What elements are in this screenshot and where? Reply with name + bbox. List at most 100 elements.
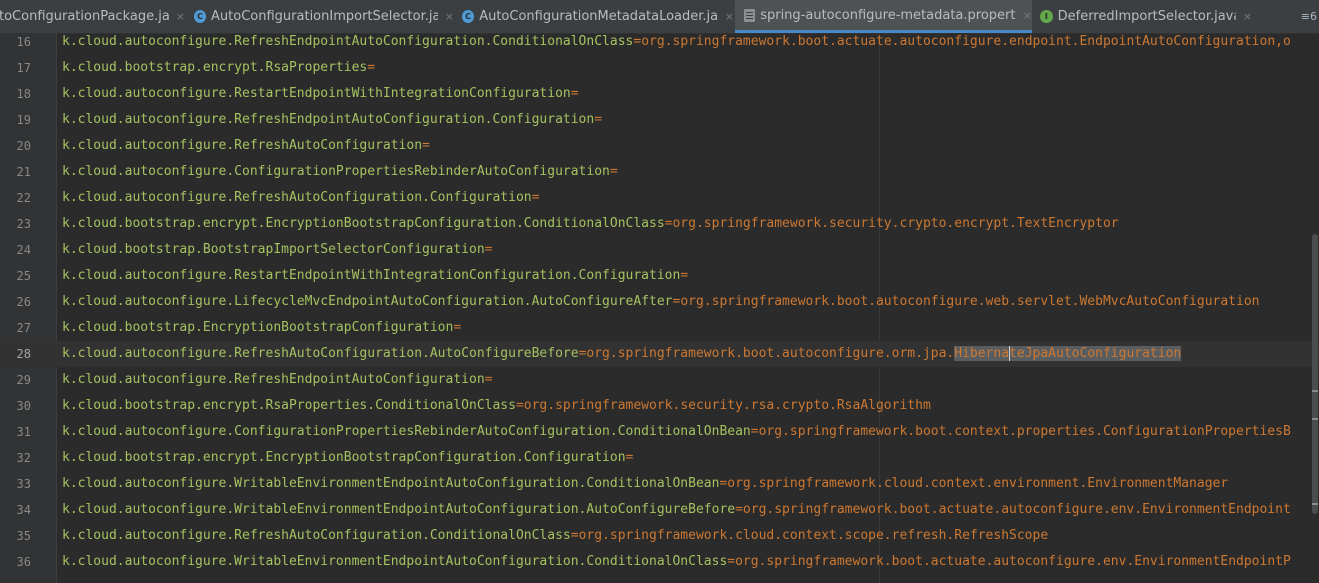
property-value: org.springframework.boot.autoconfigure.w… xyxy=(680,294,1260,309)
code-text[interactable]: k.cloud.bootstrap.encrypt.RsaProperties= xyxy=(62,55,375,81)
tab-label: DeferredImportSelector.java xyxy=(1057,9,1236,24)
line-number: 20 xyxy=(16,139,31,153)
property-key: k.cloud.autoconfigure.RefreshAutoConfigu… xyxy=(62,346,579,361)
tab-close-icon[interactable]: × xyxy=(1023,9,1032,22)
property-key: k.cloud.bootstrap.encrypt.EncryptionBoot… xyxy=(62,450,626,465)
property-value: org.springframework.boot.actuate.autocon… xyxy=(735,554,1291,569)
property-key: k.cloud.autoconfigure.WritableEnvironmen… xyxy=(62,554,728,569)
tab-autoconfiguration-import-selector[interactable]: C AutoConfigurationImportSelector.java × xyxy=(194,0,454,33)
code-text[interactable]: k.cloud.autoconfigure.ConfigurationPrope… xyxy=(62,419,1291,445)
property-key: k.cloud.autoconfigure.RefreshAutoConfigu… xyxy=(62,190,532,205)
tab-deferred-import-selector[interactable]: I DeferredImportSelector.java × xyxy=(1040,0,1252,33)
code-text[interactable]: k.cloud.autoconfigure.RefreshAutoConfigu… xyxy=(62,341,1182,367)
tab-close-icon[interactable]: × xyxy=(1243,10,1252,23)
equals-sign: = xyxy=(633,34,642,49)
property-key: k.cloud.bootstrap.encrypt.EncryptionBoot… xyxy=(62,216,665,231)
editor-tab-bar: toConfigurationPackage.java × C AutoConf… xyxy=(0,0,1319,34)
property-key: k.cloud.autoconfigure.RefreshEndpointAut… xyxy=(62,372,485,387)
tab-autoconfiguration-metadata-loader[interactable]: C AutoConfigurationMetadataLoader.java × xyxy=(462,0,734,33)
code-line[interactable]: 22 k.cloud.autoconfigure.RefreshAutoConfi… xyxy=(0,185,1319,211)
code-text[interactable]: k.cloud.autoconfigure.RefreshEndpointAut… xyxy=(62,107,602,133)
code-text[interactable]: k.cloud.bootstrap.encrypt.EncryptionBoot… xyxy=(62,211,1119,237)
property-key: k.cloud.autoconfigure.RefreshEndpointAut… xyxy=(62,34,634,49)
code-text[interactable]: k.cloud.autoconfigure.RefreshEndpointAut… xyxy=(62,367,492,393)
scroll-marker xyxy=(1312,503,1318,505)
code-line[interactable]: 25 k.cloud.autoconfigure.RestartEndpointW… xyxy=(0,263,1319,289)
line-number: 33 xyxy=(16,477,31,491)
selected-text: HibernateJpaAutoConfiguration xyxy=(954,346,1182,361)
property-key: k.cloud.bootstrap.BootstrapImportSelecto… xyxy=(62,242,485,257)
code-line[interactable]: 33 k.cloud.autoconfigure.WritableEnvironm… xyxy=(0,471,1319,497)
properties-file-icon xyxy=(744,8,756,22)
equals-sign: = xyxy=(367,60,376,75)
code-text[interactable]: k.cloud.autoconfigure.WritableEnvironmen… xyxy=(62,497,1291,523)
class-icon: C xyxy=(462,10,475,23)
code-text[interactable]: k.cloud.autoconfigure.RestartEndpointWit… xyxy=(62,81,579,107)
tab-configuration-package[interactable]: toConfigurationPackage.java × xyxy=(0,0,185,33)
code-line[interactable]: 20 k.cloud.autoconfigure.RefreshAutoConfi… xyxy=(0,133,1319,159)
code-line[interactable]: 34 k.cloud.autoconfigure.WritableEnvironm… xyxy=(0,497,1319,523)
code-text[interactable]: k.cloud.bootstrap.BootstrapImportSelecto… xyxy=(62,237,492,263)
tab-label: AutoConfigurationImportSelector.java xyxy=(211,9,438,24)
line-number: 31 xyxy=(16,425,31,439)
code-line[interactable]: 27 k.cloud.bootstrap.EncryptionBootstrapC… xyxy=(0,315,1319,341)
property-value: org.springframework.security.rsa.crypto.… xyxy=(523,398,931,413)
tab-label: AutoConfigurationMetadataLoader.java xyxy=(479,9,718,24)
line-number: 16 xyxy=(16,35,31,49)
tab-close-icon[interactable]: × xyxy=(725,10,734,23)
code-text[interactable]: k.cloud.autoconfigure.WritableEnvironmen… xyxy=(62,549,1291,575)
property-key: k.cloud.autoconfigure.ConfigurationPrope… xyxy=(62,164,610,179)
property-key: k.cloud.bootstrap.EncryptionBootstrapCon… xyxy=(62,320,454,335)
tab-spring-autoconfigure-metadata[interactable]: spring-autoconfigure-metadata.properties… xyxy=(735,0,1032,33)
tab-close-icon[interactable]: × xyxy=(445,10,454,23)
line-number: 32 xyxy=(16,451,31,465)
code-text[interactable]: k.cloud.bootstrap.EncryptionBootstrapCon… xyxy=(62,315,461,341)
code-text[interactable]: k.cloud.autoconfigure.RefreshEndpointAut… xyxy=(62,33,1291,55)
code-editor[interactable]: 16 k.cloud.autoconfigure.RefreshEndpointA… xyxy=(0,33,1319,583)
property-key: k.cloud.autoconfigure.WritableEnvironmen… xyxy=(62,476,720,491)
equals-sign: = xyxy=(570,86,579,101)
code-text[interactable]: k.cloud.autoconfigure.RestartEndpointWit… xyxy=(62,263,688,289)
code-line[interactable]: 24 k.cloud.bootstrap.BootstrapImportSelec… xyxy=(0,237,1319,263)
vertical-scrollbar[interactable] xyxy=(1311,33,1319,583)
property-key: k.cloud.autoconfigure.RefreshAutoConfigu… xyxy=(62,528,571,543)
tab-close-icon[interactable]: × xyxy=(176,10,185,23)
code-line[interactable]: 23 k.cloud.bootstrap.encrypt.EncryptionBo… xyxy=(0,211,1319,237)
code-text[interactable]: k.cloud.bootstrap.encrypt.RsaProperties.… xyxy=(62,393,931,419)
tab-label: toConfigurationPackage.java xyxy=(0,9,169,24)
code-line[interactable]: 26 k.cloud.autoconfigure.LifecycleMvcEndp… xyxy=(0,289,1319,315)
code-text[interactable]: k.cloud.autoconfigure.WritableEnvironmen… xyxy=(62,471,1228,497)
scrollbar-thumb[interactable] xyxy=(1312,234,1318,514)
code-line[interactable]: 35 k.cloud.autoconfigure.RefreshAutoConfi… xyxy=(0,523,1319,549)
line-number: 25 xyxy=(16,269,31,283)
code-line[interactable]: 21 k.cloud.autoconfigure.ConfigurationPro… xyxy=(0,159,1319,185)
property-key: k.cloud.bootstrap.encrypt.RsaProperties.… xyxy=(62,398,516,413)
code-line[interactable]: 19 k.cloud.autoconfigure.RefreshEndpointA… xyxy=(0,107,1319,133)
code-text[interactable]: k.cloud.autoconfigure.ConfigurationPrope… xyxy=(62,159,618,185)
code-line[interactable]: 36 k.cloud.autoconfigure.WritableEnvironm… xyxy=(0,549,1319,575)
code-text[interactable]: k.cloud.bootstrap.encrypt.EncryptionBoot… xyxy=(62,445,633,471)
property-value: org.springframework.boot.actuate.autocon… xyxy=(742,502,1291,517)
property-key: k.cloud.autoconfigure.RefreshEndpointAut… xyxy=(62,112,595,127)
tab-label: spring-autoconfigure-metadata.properties xyxy=(760,7,1016,23)
class-icon: C xyxy=(194,10,207,23)
code-line[interactable]: 29 k.cloud.autoconfigure.RefreshEndpointA… xyxy=(0,367,1319,393)
code-line[interactable]: 31 k.cloud.autoconfigure.ConfigurationPro… xyxy=(0,419,1319,445)
code-line[interactable]: 18 k.cloud.autoconfigure.RestartEndpointW… xyxy=(0,81,1319,107)
code-text[interactable]: k.cloud.autoconfigure.RefreshAutoConfigu… xyxy=(62,185,539,211)
code-line[interactable]: 16 k.cloud.autoconfigure.RefreshEndpointA… xyxy=(0,33,1319,55)
tab-overflow-icon[interactable]: ≡6 xyxy=(1301,0,1317,33)
code-line[interactable]: 28 k.cloud.autoconfigure.RefreshAutoConfi… xyxy=(0,341,1319,367)
code-line[interactable]: 32 k.cloud.bootstrap.encrypt.EncryptionBo… xyxy=(0,445,1319,471)
equals-sign: = xyxy=(484,372,493,387)
code-text[interactable]: k.cloud.autoconfigure.LifecycleMvcEndpoi… xyxy=(62,289,1260,315)
code-line[interactable]: 30 k.cloud.bootstrap.encrypt.RsaPropertie… xyxy=(0,393,1319,419)
code-text[interactable]: k.cloud.autoconfigure.RefreshAutoConfigu… xyxy=(62,523,1048,549)
equals-sign: = xyxy=(422,138,430,153)
equals-sign: = xyxy=(625,450,634,465)
code-line[interactable]: 17 k.cloud.bootstrap.encrypt.RsaPropertie… xyxy=(0,55,1319,81)
property-key: k.cloud.autoconfigure.RestartEndpointWit… xyxy=(62,268,681,283)
selection-before-caret: Hiberna xyxy=(954,346,1010,361)
code-text[interactable]: k.cloud.autoconfigure.RefreshAutoConfigu… xyxy=(62,133,430,159)
line-number: 23 xyxy=(16,217,31,231)
